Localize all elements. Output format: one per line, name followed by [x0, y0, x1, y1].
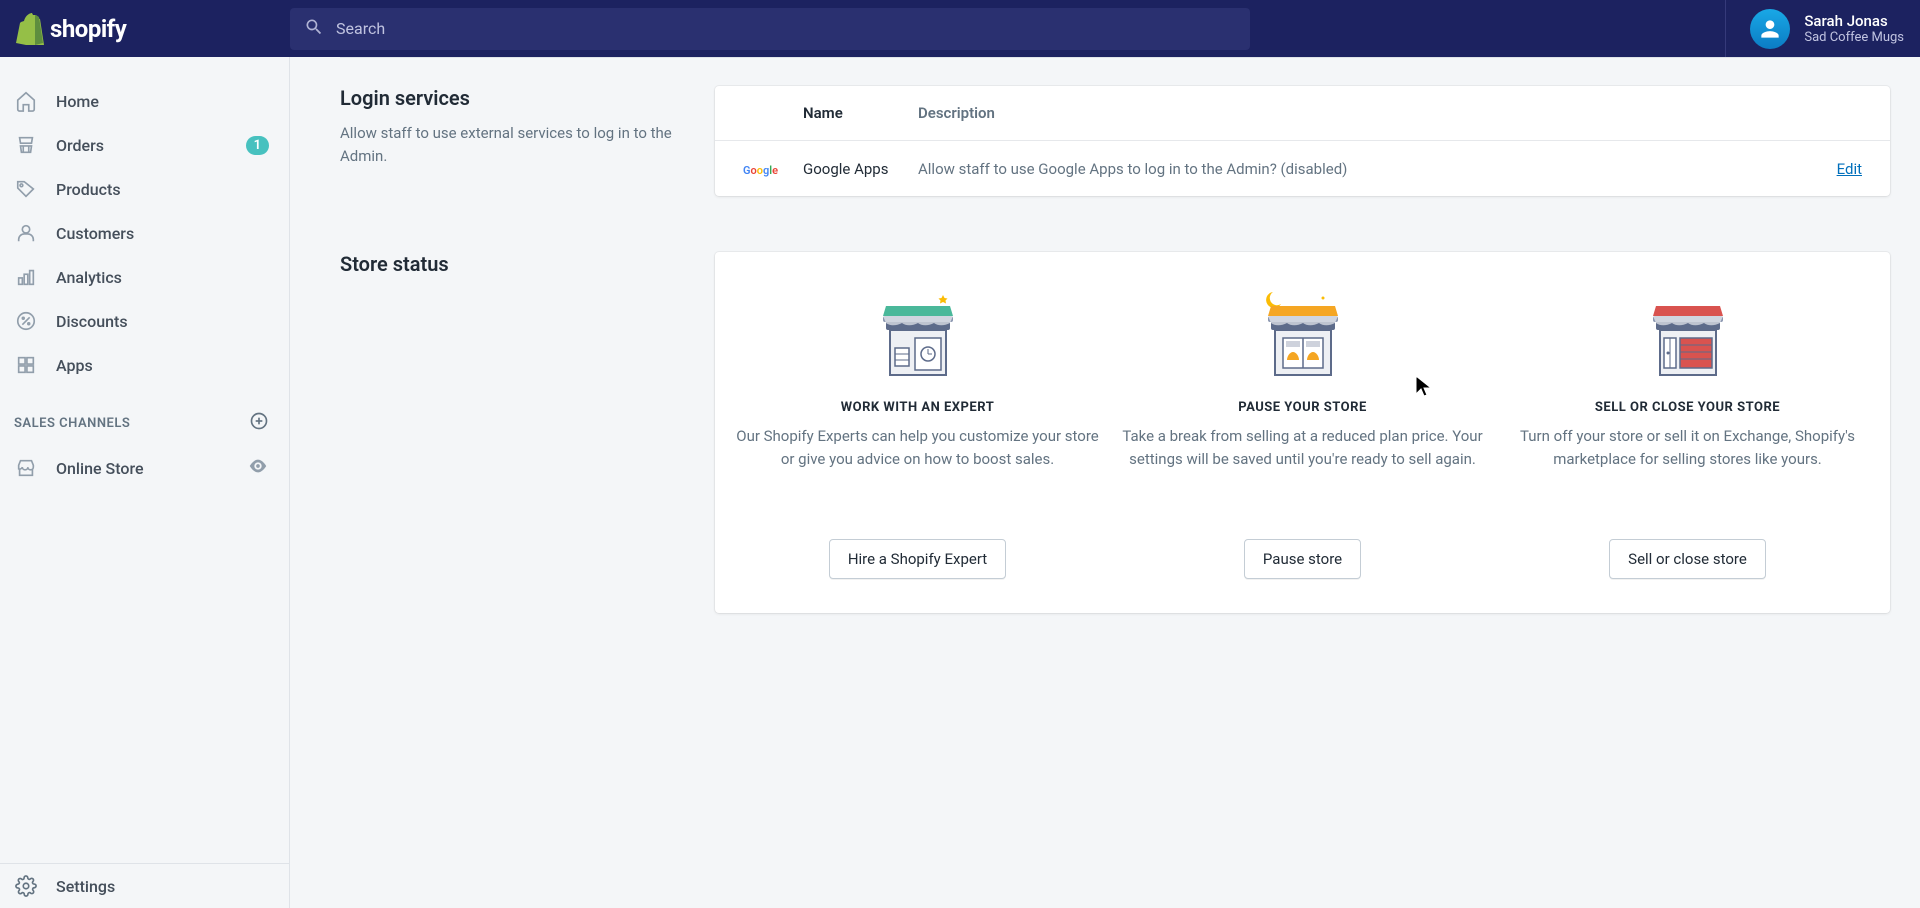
- sidebar-item-label: Settings: [56, 877, 269, 896]
- search-bar[interactable]: [290, 8, 1250, 50]
- view-store-icon[interactable]: [247, 455, 269, 481]
- user-name: Sarah Jonas: [1804, 12, 1904, 30]
- search-icon: [304, 17, 324, 41]
- apps-icon: [14, 353, 38, 377]
- sidebar-item-discounts[interactable]: Discounts: [0, 299, 289, 343]
- sidebar-item-products[interactable]: Products: [0, 167, 289, 211]
- shopify-logo[interactable]: shopify: [16, 13, 126, 45]
- store-status-title: Store status: [340, 252, 675, 276]
- sidebar-item-label: Analytics: [56, 268, 269, 287]
- sidebar-item-home[interactable]: Home: [0, 79, 289, 123]
- sidebar-item-label: Apps: [56, 356, 269, 375]
- expert-store-illustration: [868, 280, 968, 380]
- table-row: Google Google Apps Allow staff to use Go…: [715, 141, 1890, 196]
- sidebar-item-orders[interactable]: Orders 1: [0, 123, 289, 167]
- home-icon: [14, 89, 38, 113]
- sidebar-item-customers[interactable]: Customers: [0, 211, 289, 255]
- user-menu[interactable]: Sarah Jonas Sad Coffee Mugs: [1725, 0, 1904, 57]
- hire-expert-button[interactable]: Hire a Shopify Expert: [829, 539, 1006, 579]
- pause-store-illustration: [1253, 280, 1353, 380]
- edit-link[interactable]: Edit: [1837, 160, 1862, 178]
- sidebar-item-label: Customers: [56, 224, 269, 243]
- discounts-icon: [14, 309, 38, 333]
- orders-icon: [14, 133, 38, 157]
- topbar: shopify Sarah Jonas Sad Coffee Mugs: [0, 0, 1920, 57]
- card-body: Take a break from selling at a reduced p…: [1120, 425, 1485, 517]
- avatar: [1750, 9, 1790, 49]
- card-heading: WORK WITH AN EXPERT: [841, 400, 995, 415]
- status-card-pause: PAUSE YOUR STORE Take a break from selli…: [1120, 280, 1485, 579]
- card-body: Our Shopify Experts can help you customi…: [735, 425, 1100, 517]
- close-store-button[interactable]: Sell or close store: [1609, 539, 1766, 579]
- user-store-name: Sad Coffee Mugs: [1804, 30, 1904, 45]
- sales-channels-header: SALES CHANNELS: [0, 387, 289, 445]
- card-heading: SELL OR CLOSE YOUR STORE: [1595, 400, 1780, 415]
- table-header-name: Name: [803, 104, 918, 122]
- shopify-bag-icon: [16, 13, 44, 45]
- logo-text: shopify: [50, 15, 126, 43]
- analytics-icon: [14, 265, 38, 289]
- online-store-icon: [14, 456, 38, 480]
- sidebar-item-analytics[interactable]: Analytics: [0, 255, 289, 299]
- orders-badge: 1: [246, 136, 269, 155]
- sidebar-item-label: Home: [56, 92, 269, 111]
- sidebar-item-online-store[interactable]: Online Store: [0, 445, 289, 491]
- login-services-desc: Allow staff to use external services to …: [340, 122, 675, 167]
- add-channel-button[interactable]: [249, 411, 269, 435]
- pause-store-button[interactable]: Pause store: [1244, 539, 1361, 579]
- card-body: Turn off your store or sell it on Exchan…: [1505, 425, 1870, 517]
- sidebar-item-label: Products: [56, 180, 269, 199]
- sidebar-item-label: Discounts: [56, 312, 269, 331]
- status-card-close: SELL OR CLOSE YOUR STORE Turn off your s…: [1505, 280, 1870, 579]
- close-store-illustration: [1638, 280, 1738, 380]
- table-header-description: Description: [918, 104, 1802, 122]
- settings-icon: [14, 874, 38, 898]
- sidebar-item-label: Online Store: [56, 459, 229, 478]
- products-icon: [14, 177, 38, 201]
- sidebar-item-settings[interactable]: Settings: [0, 864, 289, 908]
- search-input[interactable]: [336, 19, 1236, 38]
- login-services-card: Name Description Google Google Apps Allo…: [715, 86, 1890, 196]
- google-icon: Google: [743, 164, 778, 177]
- service-description: Allow staff to use Google Apps to log in…: [918, 160, 1802, 178]
- sidebar-item-apps[interactable]: Apps: [0, 343, 289, 387]
- sidebar-item-label: Orders: [56, 136, 228, 155]
- store-status-card: WORK WITH AN EXPERT Our Shopify Experts …: [715, 252, 1890, 613]
- login-services-title: Login services: [340, 86, 675, 110]
- service-name: Google Apps: [803, 160, 918, 178]
- sidebar: Home Orders 1 Products Customers Analy: [0, 57, 290, 908]
- customers-icon: [14, 221, 38, 245]
- sales-channels-label: SALES CHANNELS: [14, 416, 130, 431]
- card-heading: PAUSE YOUR STORE: [1238, 400, 1367, 415]
- main-content: Login services Allow staff to use extern…: [290, 57, 1920, 908]
- status-card-expert: WORK WITH AN EXPERT Our Shopify Experts …: [735, 280, 1100, 579]
